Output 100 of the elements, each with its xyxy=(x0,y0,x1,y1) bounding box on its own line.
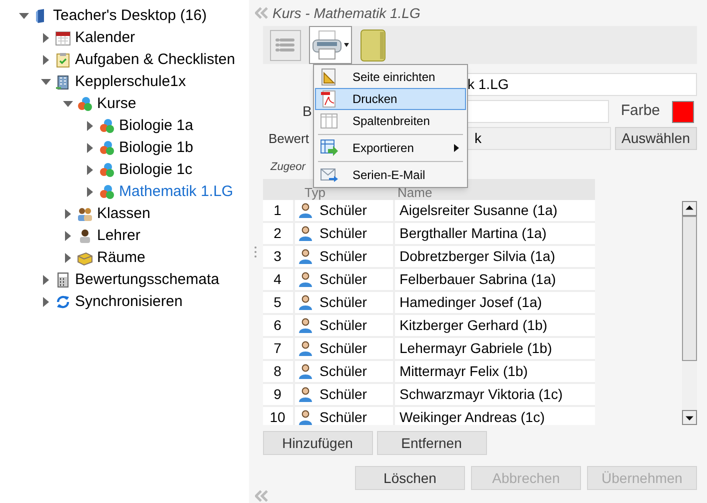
student-icon xyxy=(298,203,312,218)
scroll-down-icon[interactable] xyxy=(682,410,697,425)
column-header[interactable]: Typ xyxy=(292,186,392,199)
table-cell: Mittermayr Felix (1b) xyxy=(392,361,592,382)
tree-item[interactable]: Aufgaben & Checklisten xyxy=(75,48,236,72)
row-number: 3 xyxy=(272,247,282,266)
field-label: B xyxy=(302,102,312,121)
table-cell-text: Schüler xyxy=(320,247,367,266)
row-number: 8 xyxy=(272,362,282,381)
row-number: 5 xyxy=(272,293,282,312)
course-icon xyxy=(99,184,115,200)
table-cell: Lehermayr Gabriele (1b) xyxy=(392,338,592,359)
tree-item[interactable]: Räume xyxy=(97,246,146,270)
table-cell: Schwarzmayr Viktoria (1c) xyxy=(392,384,592,405)
student-icon xyxy=(298,318,312,333)
table-cell-text: Schüler xyxy=(320,385,367,404)
caret-icon xyxy=(344,43,349,47)
expand-arrow-icon[interactable] xyxy=(85,143,95,153)
printer-icon xyxy=(311,29,343,61)
row-number: 4 xyxy=(272,270,282,289)
tree-item[interactable]: Bewertungsschemata xyxy=(75,268,220,292)
calculator-icon xyxy=(55,272,71,288)
row-number: 1 xyxy=(272,201,282,220)
row-number: 6 xyxy=(272,316,282,335)
table-cell-text: Schüler xyxy=(320,270,367,289)
expand-arrow-icon[interactable] xyxy=(85,165,95,175)
people-icon xyxy=(77,206,93,222)
list-icon xyxy=(275,38,295,52)
student-icon xyxy=(298,295,312,310)
submenu-arrow-icon xyxy=(454,144,458,152)
tree-item[interactable]: Kalender xyxy=(75,26,136,50)
table-cell-text: Schüler xyxy=(320,339,367,358)
table-cell: Bergthaller Martina (1a) xyxy=(392,223,592,244)
expand-arrow-icon[interactable] xyxy=(85,187,95,197)
column-header[interactable]: Name xyxy=(392,186,592,199)
expand-arrow-icon[interactable] xyxy=(41,297,51,307)
row-number: 7 xyxy=(272,339,282,358)
action-button[interactable]: Löschen xyxy=(355,466,465,490)
row-number: 10 xyxy=(268,408,286,425)
table-cell: Felberbauer Sabrina (1a) xyxy=(392,269,592,290)
expand-arrow-icon[interactable] xyxy=(63,231,73,241)
tree-item[interactable]: Klassen xyxy=(97,202,150,226)
tree-item[interactable]: Mathematik 1.LG xyxy=(119,180,234,204)
action-button[interactable]: Entfernen xyxy=(376,431,486,455)
expand-arrow-icon[interactable] xyxy=(41,55,51,65)
student-icon xyxy=(298,341,312,356)
collapse-arrow-icon[interactable] xyxy=(19,11,29,21)
collapse-arrow-icon[interactable] xyxy=(63,99,73,109)
columns-icon xyxy=(320,112,338,130)
course-icon xyxy=(99,118,115,134)
tree-item[interactable]: Lehrer xyxy=(97,224,140,248)
panel-title: Kurs - Mathematik 1.LG xyxy=(272,4,420,22)
course-icon xyxy=(77,96,93,112)
tree-item[interactable]: Kurse xyxy=(97,92,136,116)
mail-icon xyxy=(320,166,338,184)
pdf-icon xyxy=(320,90,338,108)
tree-item[interactable]: Kepplerschule1x xyxy=(75,70,186,94)
table-cell: Aigelsreiter Susanne (1a) xyxy=(392,200,592,221)
table-cell: Weikinger Andreas (1c) xyxy=(392,407,592,425)
row-number: 9 xyxy=(272,385,282,404)
collapse-arrow-icon[interactable] xyxy=(41,77,51,87)
sync-icon xyxy=(55,294,71,310)
table-cell-text: Schüler xyxy=(320,316,367,335)
student-icon xyxy=(298,364,312,379)
menu-item[interactable]: Spaltenbreiten xyxy=(314,110,466,132)
table-cell-text: Schüler xyxy=(320,408,367,425)
expand-arrow-icon[interactable] xyxy=(41,33,51,43)
student-icon xyxy=(298,226,312,241)
tree-item[interactable]: Biologie 1a xyxy=(119,114,194,138)
scrollbar[interactable] xyxy=(682,201,697,425)
calendar-icon xyxy=(55,30,71,46)
table-cell-text: Schüler xyxy=(320,362,367,381)
course-icon xyxy=(99,162,115,178)
menu-item[interactable]: Exportieren xyxy=(314,137,466,159)
row-number: 2 xyxy=(272,224,282,243)
select-button[interactable]: Auswählen xyxy=(614,127,697,150)
person-icon xyxy=(77,228,93,244)
tree-item[interactable]: Biologie 1b xyxy=(119,136,194,160)
table-cell: Dobretzberger Silvia (1a) xyxy=(392,246,592,267)
menu-item[interactable]: Serien-E-Mail xyxy=(314,164,466,186)
scroll-up-icon[interactable] xyxy=(682,201,697,216)
splitter-handle-icon[interactable] xyxy=(254,246,258,258)
expand-arrow-icon[interactable] xyxy=(85,121,95,131)
tree-item[interactable]: Synchronisieren xyxy=(75,290,183,314)
student-icon xyxy=(298,410,312,425)
action-button[interactable]: Hinzufügen xyxy=(262,431,372,455)
expand-arrow-icon[interactable] xyxy=(63,253,73,263)
expand-arrow-icon[interactable] xyxy=(63,209,73,219)
tree-item[interactable]: Biologie 1c xyxy=(119,158,192,182)
color-swatch[interactable] xyxy=(672,100,694,122)
table-cell-text: Schüler xyxy=(320,293,367,312)
expand-arrow-icon[interactable] xyxy=(41,275,51,285)
clipboard-icon xyxy=(55,52,71,68)
student-icon xyxy=(298,272,312,287)
print-dropdown-button[interactable] xyxy=(308,26,352,64)
menu-item[interactable]: Drucken xyxy=(314,88,466,110)
building-icon xyxy=(55,74,71,90)
course-icon xyxy=(99,140,115,156)
student-icon xyxy=(298,249,312,264)
tree-item[interactable]: Teacher's Desktop (16) xyxy=(53,4,207,28)
